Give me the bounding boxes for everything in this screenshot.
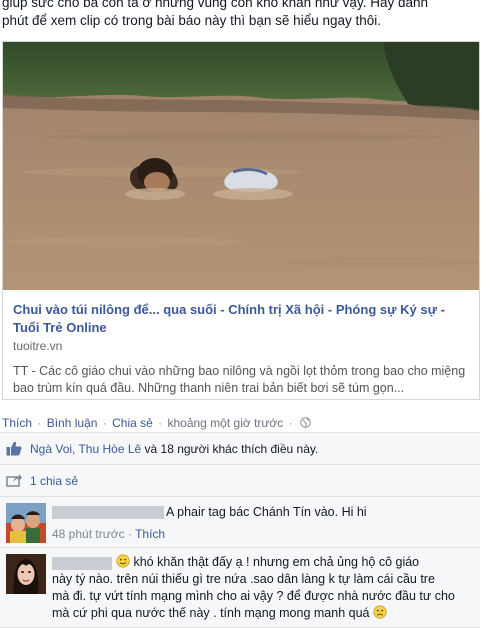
post-text-line: giúp sức cho bà con ta ở những vùng còn … <box>2 0 428 10</box>
video-thumbnail[interactable] <box>3 42 479 290</box>
comment-text-line: này tý nào. trên núi thiếu gì tre nứa .s… <box>52 572 435 586</box>
comment-like-link[interactable]: Thích <box>135 527 165 541</box>
thumbs-up-icon <box>6 441 22 459</box>
commenter-name[interactable] <box>52 506 164 519</box>
share-icon <box>6 473 22 490</box>
link-domain: tuoitre.vn <box>13 339 63 353</box>
shares-row: 1 chia sẻ <box>0 465 480 497</box>
river-scene-image <box>3 42 479 290</box>
likers-link[interactable]: Ngà Voi, Thu Hòe Lê <box>30 442 141 456</box>
comment-meta: 48 phút trước · Thích <box>52 527 165 541</box>
likes-row: Ngà Voi, Thu Hòe Lê và 18 người khác thí… <box>0 433 480 465</box>
avatar[interactable] <box>6 554 46 594</box>
separator: · <box>37 416 42 430</box>
post-text: giúp sức cho bà con ta ở những vùng còn … <box>2 0 488 30</box>
separator: · <box>288 416 293 430</box>
sad-icon <box>373 605 387 624</box>
comment-time[interactable]: 48 phút trước <box>52 527 125 541</box>
separator: · <box>158 416 163 430</box>
like-link[interactable]: Thích <box>2 416 32 430</box>
comment-text-line: mà đi. tự vứt tính mạng mình cho ai vậy … <box>52 589 455 603</box>
shares-count[interactable]: 1 chia sẻ <box>30 474 78 488</box>
likes-count-text[interactable]: và 18 người khác thích điều này. <box>141 442 319 456</box>
share-link[interactable]: Chia sẻ <box>112 416 153 430</box>
post-timestamp[interactable]: khoảng một giờ trước <box>167 416 283 430</box>
link-title[interactable]: Chui vào túi nilông để... qua suối - Chí… <box>13 301 473 337</box>
comment-item: khó khăn thật đấy ạ ! nhưng em chả ủng h… <box>0 548 480 628</box>
comment-item: A phair tag bác Chánh Tín vào. Hi hi 48 … <box>0 497 480 548</box>
link-description: TT - Các cô giáo chui vào những bao nilô… <box>13 364 466 395</box>
separator: · <box>102 416 107 430</box>
separator: · <box>127 527 132 541</box>
comment-text-line-content: mà cứ phi qua nước thế này . tính mạng m… <box>52 606 370 620</box>
link-preview-card[interactable]: Chui vào túi nilông để... qua suối - Chí… <box>2 41 480 400</box>
likes-text: Ngà Voi, Thu Hòe Lê và 18 người khác thí… <box>30 442 318 456</box>
commenter-name[interactable] <box>52 557 112 570</box>
post-text-line: phút để xem clip có trong bài báo này th… <box>2 13 382 28</box>
comment-text-line: khó khăn thật đấy ạ ! nhưng em chả ủng h… <box>130 555 420 569</box>
comment-text-line: mà cứ phi qua nước thế này . tính mạng m… <box>52 605 387 624</box>
globe-icon[interactable] <box>300 417 311 431</box>
comment-link[interactable]: Bình luận <box>47 416 98 430</box>
feedback-section: Ngà Voi, Thu Hòe Lê và 18 người khác thí… <box>0 432 480 628</box>
post-actions: Thích · Bình luận · Chia sẻ · khoảng một… <box>2 416 311 431</box>
avatar[interactable] <box>6 503 46 543</box>
comment-text: A phair tag bác Chánh Tín vào. Hi hi <box>166 505 367 519</box>
